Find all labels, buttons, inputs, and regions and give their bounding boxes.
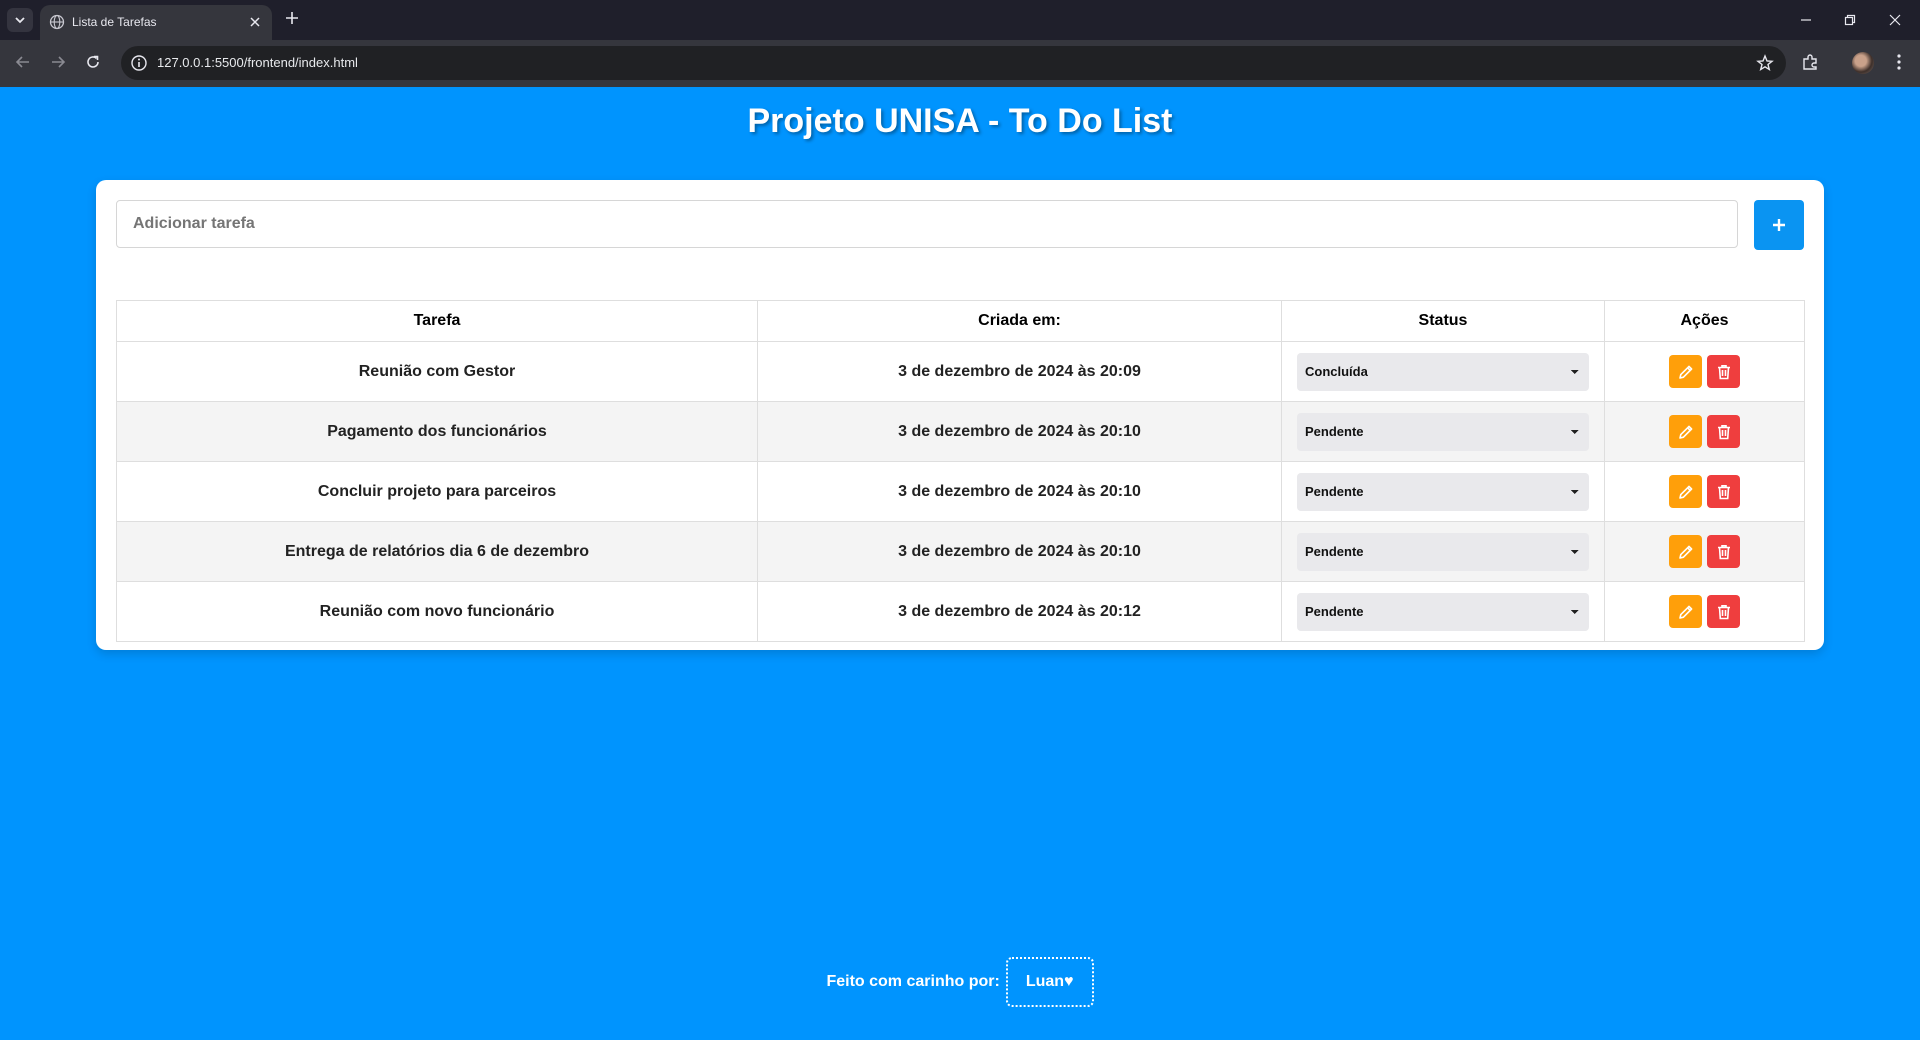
close-window-icon[interactable] [1887,12,1903,28]
table-row: Concluir projeto para parceiros 3 de dez… [116,461,1805,522]
table-row: Pagamento dos funcionários 3 de dezembro… [116,401,1805,462]
task-created: 3 de dezembro de 2024 às 20:12 [757,581,1282,642]
trash-icon [1717,544,1730,559]
delete-button[interactable] [1707,415,1740,448]
footer: Feito com carinho por: Luan♥ [0,957,1920,1007]
chevron-down-icon [15,17,25,24]
restore-icon[interactable] [1842,12,1858,28]
header-task: Tarefa [116,300,758,342]
edit-button[interactable] [1669,355,1702,388]
task-name: Reunião com novo funcionário [116,581,758,642]
header-actions: Ações [1604,300,1805,342]
trash-icon [1717,484,1730,499]
footer-text: Feito com carinho por: [826,973,1000,990]
profile-avatar[interactable] [1852,52,1874,74]
add-task-button[interactable] [1754,200,1804,250]
plus-icon [1773,219,1785,231]
url-text[interactable]: 127.0.0.1:5500/frontend/index.html [157,55,358,70]
menu-dots-icon[interactable] [1889,52,1909,72]
task-name: Entrega de relatórios dia 6 de dezembro [116,521,758,582]
task-created: 3 de dezembro de 2024 às 20:09 [757,341,1282,402]
back-icon[interactable] [14,53,32,71]
info-icon[interactable] [130,54,148,72]
new-tab-icon[interactable] [284,10,300,26]
status-select[interactable]: Concluída [1297,352,1589,391]
table-header-row: Tarefa Criada em: Status Ações [116,300,1805,342]
status-select[interactable]: Pendente [1297,532,1589,571]
trash-icon [1717,424,1730,439]
table-row: Entrega de relatórios dia 6 de dezembro … [116,521,1805,582]
reload-icon[interactable] [84,53,102,71]
trash-icon [1717,604,1730,619]
todo-card: Tarefa Criada em: Status Ações Reunião c… [96,180,1824,650]
page-title: Projeto UNISA - To Do List [747,102,1173,140]
browser-tab-bar: Lista de Tarefas [0,0,1920,40]
pencil-icon [1678,425,1692,439]
forward-icon[interactable] [49,53,67,71]
delete-button[interactable] [1707,595,1740,628]
task-name: Concluir projeto para parceiros [116,461,758,522]
header-created: Criada em: [757,300,1282,342]
extensions-icon[interactable] [1800,52,1820,72]
edit-button[interactable] [1669,535,1702,568]
status-select[interactable]: Pendente [1297,412,1589,451]
status-select[interactable]: Pendente [1297,592,1589,631]
author-link[interactable]: Luan♥ [1005,957,1094,1007]
edit-button[interactable] [1669,475,1702,508]
browser-toolbar: 127.0.0.1:5500/frontend/index.html [0,40,1920,87]
address-bar[interactable]: 127.0.0.1:5500/frontend/index.html [121,46,1786,80]
close-icon[interactable] [247,14,263,30]
edit-button[interactable] [1669,595,1702,628]
pencil-icon [1678,605,1692,619]
edit-button[interactable] [1669,415,1702,448]
tab-title: Lista de Tarefas [72,15,157,29]
trash-icon [1717,364,1730,379]
task-name: Pagamento dos funcionários [116,401,758,462]
status-select[interactable]: Pendente [1297,472,1589,511]
delete-button[interactable] [1707,355,1740,388]
delete-button[interactable] [1707,535,1740,568]
task-name: Reunião com Gestor [116,341,758,402]
task-created: 3 de dezembro de 2024 às 20:10 [757,401,1282,462]
delete-button[interactable] [1707,475,1740,508]
browser-tab[interactable]: Lista de Tarefas [40,5,272,40]
add-task-input[interactable] [116,200,1738,248]
pencil-icon [1678,545,1692,559]
pencil-icon [1678,365,1692,379]
task-created: 3 de dezembro de 2024 às 20:10 [757,521,1282,582]
table-row: Reunião com novo funcionário 3 de dezemb… [116,581,1805,642]
tab-list-button[interactable] [7,8,33,32]
tasks-table: Tarefa Criada em: Status Ações Reunião c… [116,300,1805,642]
task-created: 3 de dezembro de 2024 às 20:10 [757,461,1282,522]
minimize-icon[interactable] [1798,12,1814,28]
pencil-icon [1678,485,1692,499]
globe-icon [49,14,65,30]
header-status: Status [1281,300,1605,342]
table-row: Reunião com Gestor 3 de dezembro de 2024… [116,341,1805,402]
bookmark-star-icon[interactable] [1756,54,1774,72]
